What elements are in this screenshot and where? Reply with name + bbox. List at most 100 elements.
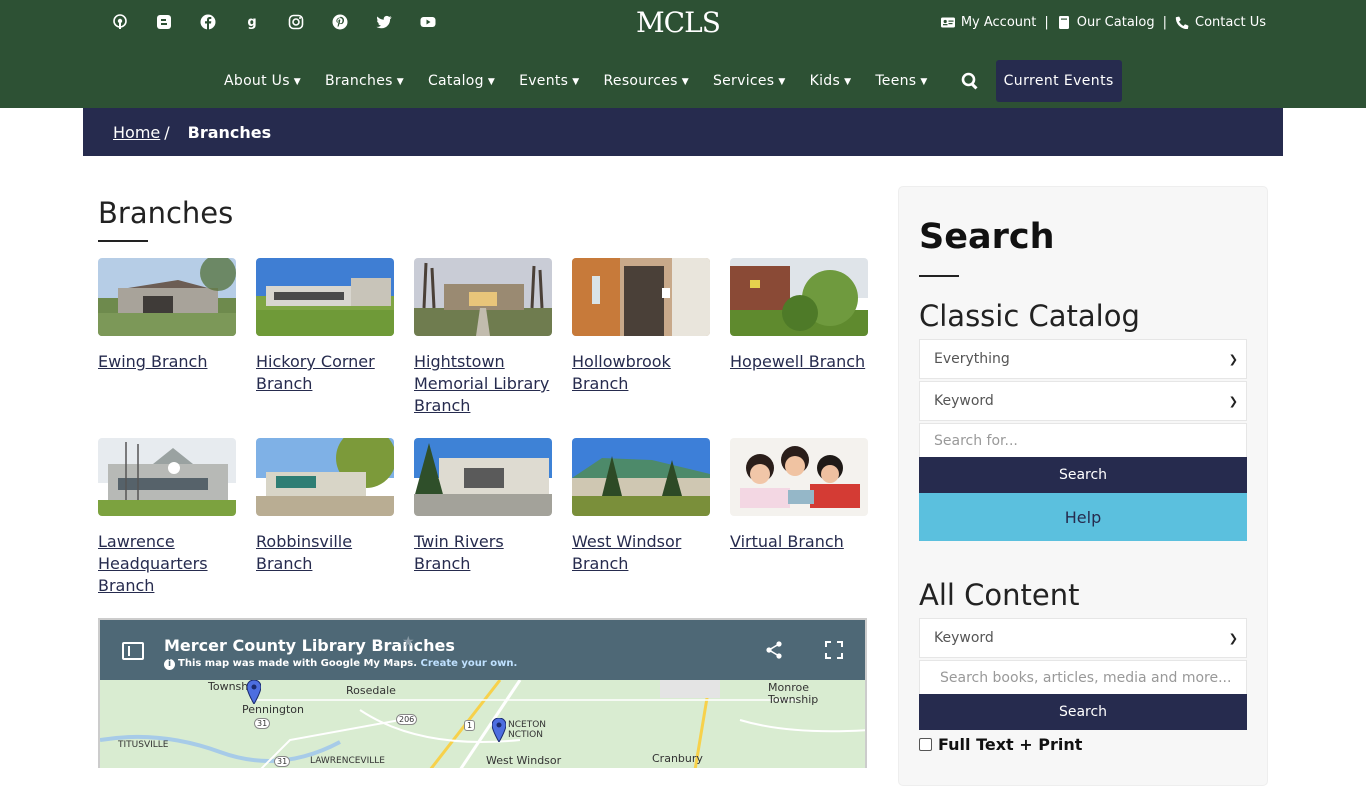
nav-about-us[interactable]: About Us ▼ bbox=[224, 60, 313, 102]
chevron-down-icon: ▼ bbox=[920, 77, 928, 87]
all-content-search-type-value: Keyword bbox=[934, 630, 994, 646]
branch-link-lawrence[interactable]: Lawrence Headquarters Branch bbox=[98, 531, 238, 597]
all-content-search-type-select[interactable]: Keyword ❯ bbox=[919, 618, 1247, 658]
facebook-icon[interactable] bbox=[198, 12, 218, 32]
catalog-search-button[interactable]: Search bbox=[919, 457, 1247, 493]
map-canvas[interactable]: Townsh Pennington Rosedale TITUSVILLE LA… bbox=[100, 680, 865, 768]
branch-photo[interactable] bbox=[730, 438, 868, 516]
goodreads-icon[interactable]: g bbox=[242, 12, 262, 32]
book-icon bbox=[1057, 16, 1071, 29]
map-label-township: Townsh bbox=[208, 680, 249, 693]
chevron-down-icon: ▼ bbox=[844, 77, 852, 87]
map-label-pennington: Pennington bbox=[242, 703, 304, 716]
catalog-search-type-value: Keyword bbox=[934, 393, 994, 409]
branch-photo[interactable] bbox=[256, 258, 394, 336]
catalog-scope-select[interactable]: Everything ❯ bbox=[919, 339, 1247, 379]
twitter-icon[interactable] bbox=[374, 12, 394, 32]
branch-link-robbinsville[interactable]: Robbinsville Branch bbox=[256, 531, 396, 575]
my-account-link[interactable]: My Account bbox=[940, 15, 1036, 30]
nav-label: Catalog bbox=[427, 73, 484, 89]
map-route-31: 31 bbox=[274, 756, 291, 767]
catalog-search-input[interactable]: Search for... bbox=[919, 423, 1247, 459]
nav-label: Teens bbox=[875, 73, 917, 89]
nav-catalog[interactable]: Catalog ▼ bbox=[416, 60, 507, 102]
chevron-down-icon: ▼ bbox=[396, 77, 404, 87]
branch-card-lawrence: Lawrence Headquarters Branch bbox=[98, 438, 238, 597]
branches-map[interactable]: Mercer County Library Branches ★ i This m… bbox=[98, 618, 867, 768]
share-icon[interactable] bbox=[764, 640, 784, 660]
branch-link-ewing[interactable]: Ewing Branch bbox=[98, 351, 238, 373]
chevron-down-icon: ▼ bbox=[293, 77, 302, 87]
map-attribution: i This map was made with Google My Maps. … bbox=[164, 658, 517, 670]
breadcrumb: Home / Branches bbox=[83, 108, 1283, 156]
branch-card-virtual: Virtual Branch bbox=[730, 438, 870, 553]
branch-card-ewing: Ewing Branch bbox=[98, 258, 238, 373]
fullscreen-icon[interactable] bbox=[824, 640, 844, 660]
map-pin-pennington[interactable] bbox=[247, 680, 261, 704]
nav-events[interactable]: Events ▼ bbox=[507, 60, 591, 102]
branch-link-virtual[interactable]: Virtual Branch bbox=[730, 531, 870, 553]
search-icon[interactable] bbox=[950, 60, 990, 102]
branch-link-hickory-corner[interactable]: Hickory Corner Branch bbox=[256, 351, 396, 395]
breadcrumb-home-link[interactable]: Home bbox=[113, 123, 160, 142]
branch-link-twin-rivers[interactable]: Twin Rivers Branch bbox=[414, 531, 554, 575]
branch-photo[interactable] bbox=[572, 258, 710, 336]
sidebar-title-underline bbox=[919, 275, 959, 277]
map-label-monroe-township: Monroe Township bbox=[768, 681, 819, 706]
branch-link-hollowbrook[interactable]: Hollowbrook Branch bbox=[572, 351, 712, 395]
current-events-button[interactable]: Current Events bbox=[995, 60, 1122, 102]
catalog-search-type-select[interactable]: Keyword ❯ bbox=[919, 381, 1247, 421]
all-content-search-input[interactable]: Search books, articles, media and more..… bbox=[919, 660, 1247, 696]
instagram-icon[interactable] bbox=[286, 12, 306, 32]
branch-photo[interactable] bbox=[98, 438, 236, 516]
branch-photo[interactable] bbox=[256, 438, 394, 516]
title-underline bbox=[98, 240, 148, 242]
pinterest-icon[interactable] bbox=[330, 12, 350, 32]
nav-teens[interactable]: Teens ▼ bbox=[863, 60, 939, 102]
breadcrumb-current: Branches bbox=[187, 122, 272, 142]
branch-link-west-windsor[interactable]: West Windsor Branch bbox=[572, 531, 712, 575]
breadcrumb-separator: / bbox=[164, 122, 170, 142]
classic-catalog-heading: Classic Catalog bbox=[919, 299, 1140, 333]
nav-label: Services bbox=[712, 73, 775, 89]
utility-links: My Account | Our Catalog | Contact Us bbox=[940, 15, 1266, 30]
id-card-icon bbox=[940, 16, 955, 29]
page-title: Branches bbox=[98, 196, 234, 230]
catalog-scope-value: Everything bbox=[934, 351, 1010, 367]
map-legend-toggle-icon[interactable] bbox=[122, 642, 144, 660]
utility-separator: | bbox=[1162, 15, 1167, 30]
contact-us-link[interactable]: Contact Us bbox=[1175, 15, 1266, 30]
branch-photo[interactable] bbox=[730, 258, 868, 336]
checkbox-box[interactable] bbox=[919, 738, 932, 751]
all-content-heading: All Content bbox=[919, 578, 1080, 612]
branch-photo[interactable] bbox=[414, 438, 552, 516]
catalog-help-button[interactable]: Help bbox=[919, 493, 1247, 541]
all-content-search-button[interactable]: Search bbox=[919, 694, 1247, 730]
nav-kids[interactable]: Kids ▼ bbox=[798, 60, 864, 102]
nav-services[interactable]: Services ▼ bbox=[701, 60, 798, 102]
podcast-icon[interactable] bbox=[110, 12, 130, 32]
main-navigation: About Us ▼ Branches ▼ Catalog ▼ Events ▼ Res… bbox=[224, 60, 1122, 102]
branch-photo[interactable] bbox=[98, 258, 236, 336]
star-icon[interactable]: ★ bbox=[402, 634, 415, 650]
map-label-lawrenceville: LAWRENCEVILLE bbox=[310, 756, 385, 766]
chevron-down-icon: ❯ bbox=[1228, 352, 1238, 366]
full-text-print-checkbox[interactable]: Full Text + Print bbox=[919, 735, 1082, 754]
branch-photo[interactable] bbox=[414, 258, 552, 336]
our-catalog-link[interactable]: Our Catalog bbox=[1057, 15, 1155, 30]
nav-label: Events bbox=[519, 73, 569, 89]
nav-resources[interactable]: Resources ▼ bbox=[592, 60, 701, 102]
nav-branches[interactable]: Branches ▼ bbox=[313, 60, 416, 102]
branch-link-hightstown[interactable]: Hightstown Memorial Library Branch bbox=[414, 351, 554, 417]
social-links: g bbox=[110, 12, 438, 32]
site-logo[interactable]: MCLS bbox=[636, 6, 721, 39]
map-pin-west-windsor[interactable] bbox=[492, 718, 506, 742]
branch-link-hopewell[interactable]: Hopewell Branch bbox=[730, 351, 870, 373]
branch-photo[interactable] bbox=[572, 438, 710, 516]
create-your-own-link[interactable]: Create your own. bbox=[421, 658, 518, 669]
chevron-down-icon: ▼ bbox=[681, 77, 689, 87]
nav-label: Branches bbox=[325, 73, 393, 89]
map-route-1: 1 bbox=[464, 720, 476, 731]
blogger-icon[interactable] bbox=[154, 12, 174, 32]
youtube-icon[interactable] bbox=[418, 12, 438, 32]
